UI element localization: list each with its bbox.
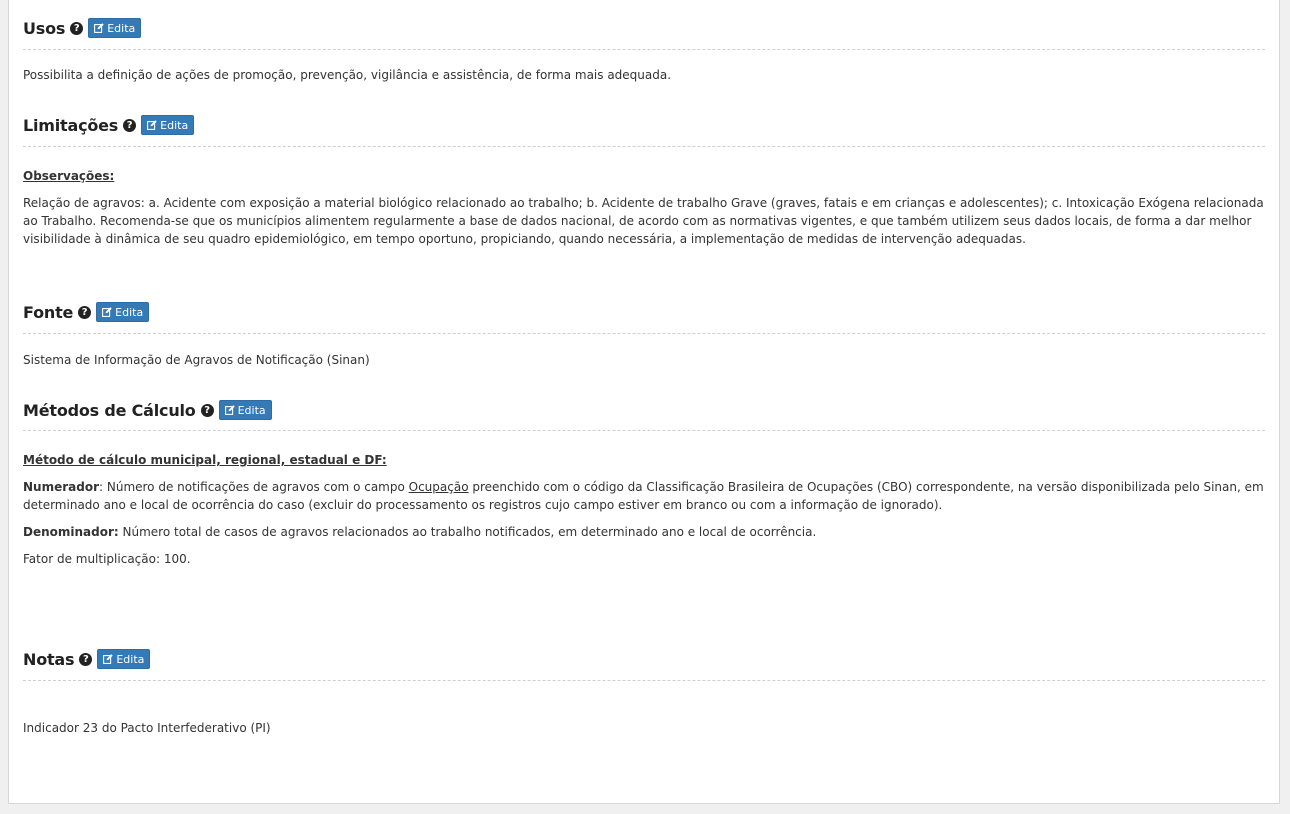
denominador-label: Denominador: [23, 525, 119, 539]
observacoes-label: Observações: [23, 169, 115, 183]
notas-divider [23, 680, 1265, 681]
notas-title: Notas [23, 649, 75, 669]
limitacoes-edit-label: Edita [160, 118, 189, 132]
fonte-divider [23, 333, 1265, 334]
ocupacao-link[interactable]: Ocupação [409, 480, 469, 494]
usos-text: Possibilita a definição de ações de prom… [23, 68, 672, 82]
fonte-title: Fonte [23, 302, 74, 322]
edit-icon [103, 654, 114, 664]
numerador-text-pre: : Número de notificações de agravos com … [99, 480, 409, 494]
edit-icon [102, 307, 112, 317]
limitacoes-text: Relação de agravos: a. Acidente com expo… [23, 196, 1264, 246]
limitacoes-header: Limitações ? Edita [23, 113, 1265, 137]
metodos-title: Métodos de Cálculo [23, 400, 196, 420]
notas-edit-label: Edita [116, 652, 145, 666]
edit-icon [147, 120, 157, 130]
question-circle-icon[interactable]: ? [70, 21, 84, 35]
question-circle-icon[interactable]: ? [79, 652, 93, 666]
usos-header: Usos ? Edita [23, 16, 1265, 40]
metodos-divider [23, 430, 1265, 431]
numerador-label: Numerador [23, 480, 99, 494]
fator-text: Fator de multiplicação: 100. [23, 552, 191, 566]
metodo-calculo-label: Método de cálculo municipal, regional, e… [23, 453, 387, 467]
fonte-edit-button[interactable]: Edita [96, 302, 150, 322]
edit-icon [94, 23, 104, 33]
content-panel: Usos ? Edita Possibilita a definição de … [8, 0, 1280, 804]
fonte-header: Fonte ? Edita [23, 300, 1265, 324]
question-circle-icon[interactable]: ? [200, 403, 214, 417]
usos-edit-button[interactable]: Edita [88, 18, 142, 38]
metodos-edit-label: Edita [237, 403, 266, 417]
usos-title: Usos [23, 18, 66, 38]
numerador-paragraph: Numerador: Número de notificações de agr… [23, 478, 1265, 514]
notas-edit-button[interactable]: Edita [97, 649, 151, 669]
fonte-edit-label: Edita [115, 305, 144, 319]
usos-divider [23, 49, 1265, 50]
usos-edit-label: Edita [107, 21, 136, 35]
question-circle-icon[interactable]: ? [123, 118, 137, 132]
metodos-header: Métodos de Cálculo ? Edita [23, 398, 1265, 422]
notas-header: Notas ? Edita [23, 647, 1265, 671]
edit-icon [224, 405, 235, 415]
limitacoes-divider [23, 146, 1265, 147]
metodos-edit-button[interactable]: Edita [218, 400, 272, 420]
fonte-text: Sistema de Informação de Agravos de Noti… [23, 353, 370, 367]
question-circle-icon[interactable]: ? [78, 305, 92, 319]
limitacoes-edit-button[interactable]: Edita [141, 115, 195, 135]
denominador-paragraph: Denominador: Número total de casos de ag… [23, 523, 1265, 541]
denominador-text: Número total de casos de agravos relacio… [118, 525, 817, 539]
notas-text: Indicador 23 do Pacto Interfederativo (P… [23, 721, 271, 735]
limitacoes-title: Limitações [23, 115, 119, 135]
